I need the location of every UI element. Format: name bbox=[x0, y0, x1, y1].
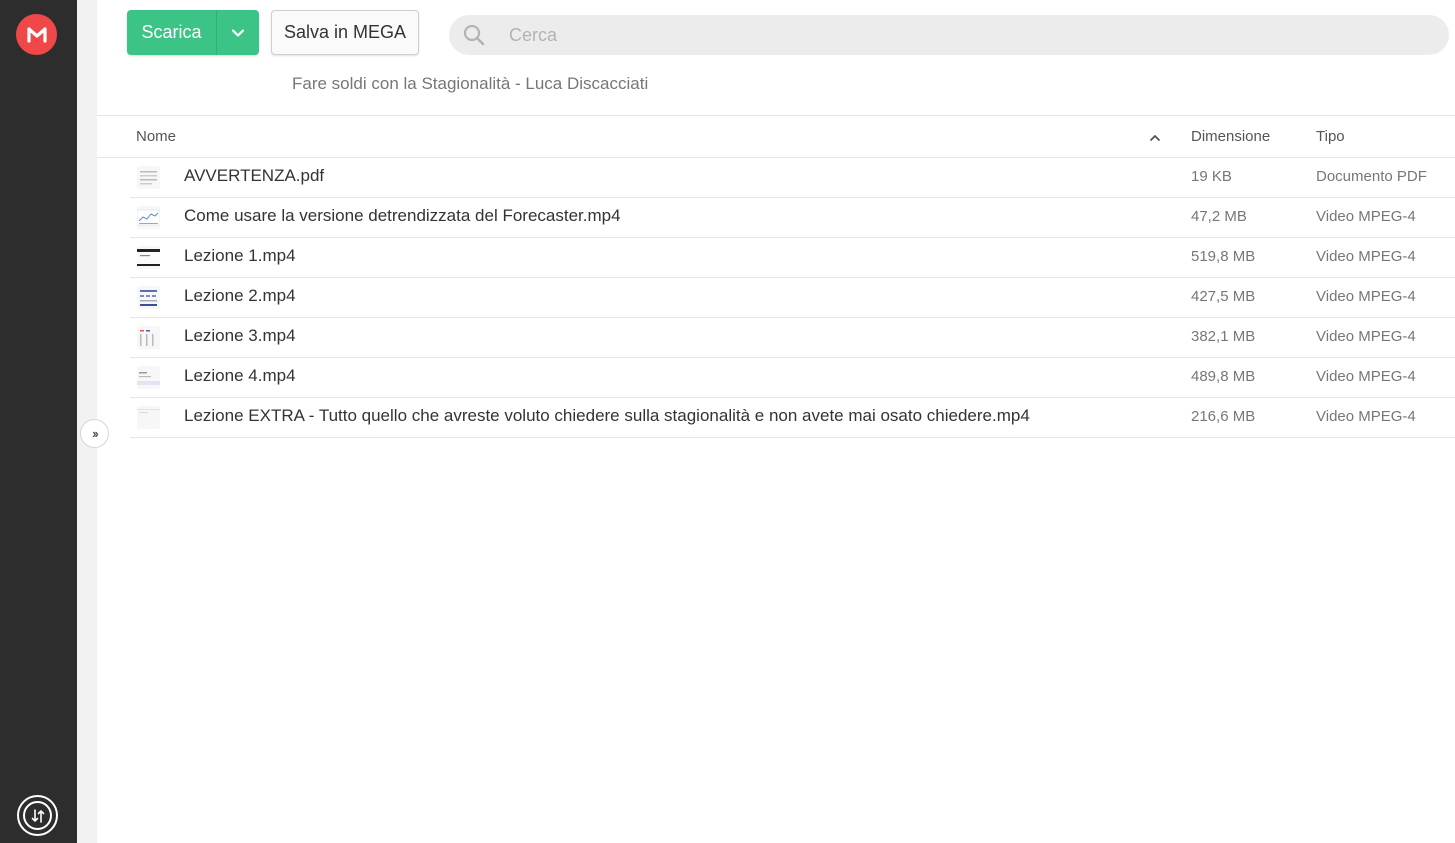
file-name[interactable]: Lezione 4.mp4 bbox=[184, 366, 296, 386]
file-list: AVVERTENZA.pdf 19 KB Documento PDF Come … bbox=[130, 158, 1455, 438]
video-thumbnail-icon bbox=[137, 326, 160, 349]
table-row[interactable]: Lezione 2.mp4 427,5 MB Video MPEG-4 bbox=[130, 278, 1455, 318]
column-header-type[interactable]: Tipo bbox=[1316, 128, 1345, 145]
video-thumbnail-icon bbox=[137, 286, 160, 309]
folder-title: Fare soldi con la Stagionalità - Luca Di… bbox=[292, 74, 649, 93]
file-name[interactable]: Come usare la versione detrendizzata del… bbox=[184, 206, 621, 226]
transfer-inner bbox=[23, 801, 52, 830]
header-divider bbox=[97, 115, 1455, 116]
column-header-size[interactable]: Dimensione bbox=[1191, 128, 1270, 145]
table-row[interactable]: Lezione 4.mp4 489,8 MB Video MPEG-4 bbox=[130, 358, 1455, 398]
app: ›› Scarica Salva in MEGA Fare soldi con … bbox=[0, 0, 1455, 843]
file-name[interactable]: Lezione 2.mp4 bbox=[184, 286, 296, 306]
file-type: Video MPEG-4 bbox=[1316, 368, 1416, 385]
file-size: 382,1 MB bbox=[1191, 328, 1256, 345]
table-row[interactable]: Come usare la versione detrendizzata del… bbox=[130, 198, 1455, 238]
file-name[interactable]: AVVERTENZA.pdf bbox=[184, 166, 324, 186]
search-icon bbox=[463, 24, 485, 46]
search-bar[interactable] bbox=[449, 15, 1449, 55]
table-row[interactable]: AVVERTENZA.pdf 19 KB Documento PDF bbox=[130, 158, 1455, 198]
table-row[interactable]: Lezione 1.mp4 519,8 MB Video MPEG-4 bbox=[130, 238, 1455, 278]
transfer-icon[interactable] bbox=[17, 795, 58, 836]
file-type: Video MPEG-4 bbox=[1316, 328, 1416, 345]
file-size: 427,5 MB bbox=[1191, 288, 1256, 305]
expand-sidebar-icon[interactable]: ›› bbox=[80, 419, 109, 448]
file-type: Video MPEG-4 bbox=[1316, 248, 1416, 265]
file-type: Video MPEG-4 bbox=[1316, 288, 1416, 305]
video-thumbnail-icon bbox=[137, 206, 160, 229]
video-thumbnail-icon bbox=[137, 366, 160, 389]
file-type: Documento PDF bbox=[1316, 168, 1427, 185]
file-name[interactable]: Lezione 1.mp4 bbox=[184, 246, 296, 266]
file-name[interactable]: Lezione 3.mp4 bbox=[184, 326, 296, 346]
download-button-label[interactable]: Scarica bbox=[127, 10, 216, 55]
table-row[interactable]: Lezione EXTRA - Tutto quello che avreste… bbox=[130, 398, 1455, 438]
video-thumbnail-icon bbox=[137, 246, 160, 269]
mega-logo-icon[interactable] bbox=[16, 14, 57, 55]
video-thumbnail-icon bbox=[137, 406, 160, 429]
table-row[interactable]: Lezione 3.mp4 382,1 MB Video MPEG-4 bbox=[130, 318, 1455, 358]
search-input[interactable] bbox=[509, 24, 1409, 46]
file-size: 519,8 MB bbox=[1191, 248, 1256, 265]
download-button[interactable]: Scarica bbox=[127, 10, 259, 55]
column-header-name[interactable]: Nome bbox=[136, 128, 176, 145]
file-type: Video MPEG-4 bbox=[1316, 408, 1416, 425]
download-dropdown-button[interactable] bbox=[216, 10, 259, 55]
left-rail bbox=[0, 0, 77, 843]
file-size: 19 KB bbox=[1191, 168, 1232, 185]
chevron-down-icon bbox=[231, 28, 245, 37]
sort-ascending-icon[interactable] bbox=[1148, 131, 1162, 145]
file-size: 47,2 MB bbox=[1191, 208, 1247, 225]
pdf-file-icon bbox=[137, 166, 160, 189]
save-to-mega-button[interactable]: Salva in MEGA bbox=[271, 10, 419, 55]
file-size: 489,8 MB bbox=[1191, 368, 1256, 385]
file-type: Video MPEG-4 bbox=[1316, 208, 1416, 225]
file-name[interactable]: Lezione EXTRA - Tutto quello che avreste… bbox=[184, 406, 1030, 426]
file-size: 216,6 MB bbox=[1191, 408, 1256, 425]
